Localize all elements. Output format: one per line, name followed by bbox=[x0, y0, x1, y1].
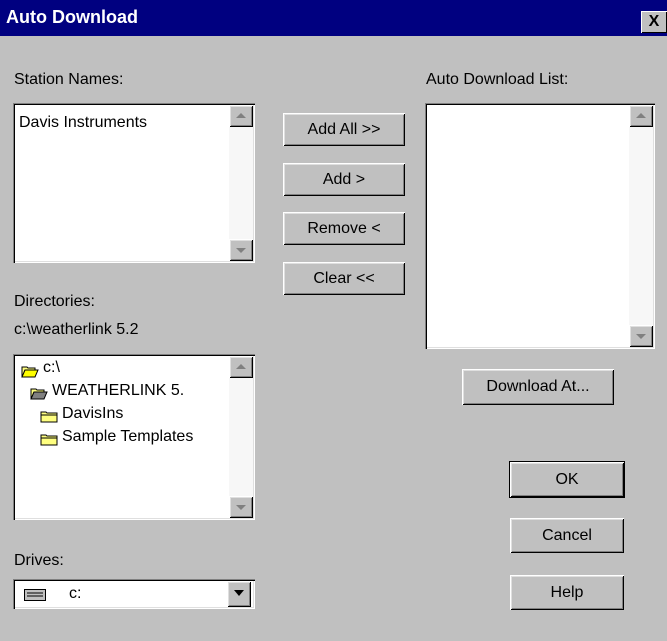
scroll-down-button[interactable] bbox=[229, 496, 253, 518]
scroll-up-button[interactable] bbox=[629, 105, 653, 127]
clear-button[interactable]: Clear << bbox=[283, 262, 405, 295]
help-label: Help bbox=[550, 583, 584, 601]
download-at-button[interactable]: Download At... bbox=[462, 369, 614, 405]
open-folder-icon bbox=[30, 388, 48, 400]
cancel-button[interactable]: Cancel bbox=[510, 518, 624, 553]
arrow-up-icon bbox=[236, 364, 246, 369]
folder-icon bbox=[40, 434, 58, 446]
auto-download-dialog: Auto Download X Station Names: Davis Ins… bbox=[0, 0, 667, 641]
station-names-scrollbar[interactable] bbox=[229, 105, 253, 261]
drives-selected-value: c: bbox=[69, 585, 82, 602]
window-title: Auto Download bbox=[6, 7, 138, 27]
ok-button[interactable]: OK bbox=[509, 461, 625, 498]
auto-download-list[interactable] bbox=[425, 103, 655, 349]
scroll-up-button[interactable] bbox=[229, 105, 253, 127]
directory-item[interactable]: Sample Templates bbox=[62, 428, 193, 446]
directory-item[interactable]: WEATHERLINK 5. bbox=[52, 382, 184, 400]
drives-dropdown-button[interactable] bbox=[227, 581, 251, 607]
add-label: Add > bbox=[322, 170, 366, 188]
title-bar: Auto Download X bbox=[0, 0, 667, 36]
arrow-up-icon bbox=[236, 113, 246, 118]
drive-icon bbox=[24, 589, 46, 601]
scroll-up-button[interactable] bbox=[229, 356, 253, 378]
arrow-down-icon bbox=[236, 248, 246, 253]
add-all-label: Add All >> bbox=[307, 120, 381, 138]
arrow-up-icon bbox=[636, 113, 646, 118]
scroll-down-button[interactable] bbox=[229, 239, 253, 261]
directories-list[interactable]: c:\ WEATHERLINK 5. DavisIns Sample Templ… bbox=[13, 354, 255, 520]
directories-scrollbar[interactable] bbox=[229, 356, 253, 518]
add-all-button[interactable]: Add All >> bbox=[283, 113, 405, 146]
close-icon: X bbox=[648, 13, 660, 30]
open-folder-icon bbox=[21, 366, 39, 378]
add-button[interactable]: Add > bbox=[283, 163, 405, 196]
help-button[interactable]: Help bbox=[510, 575, 624, 610]
station-names-list[interactable]: Davis Instruments bbox=[13, 103, 255, 263]
scroll-down-button[interactable] bbox=[629, 325, 653, 347]
clear-label: Clear << bbox=[313, 269, 375, 287]
station-names-label: Station Names: bbox=[14, 71, 124, 88]
remove-button[interactable]: Remove < bbox=[283, 212, 405, 245]
directories-label: Directories: bbox=[14, 293, 95, 310]
remove-label: Remove < bbox=[307, 219, 381, 237]
chevron-down-icon bbox=[234, 590, 244, 596]
drives-dropdown[interactable]: c: bbox=[13, 579, 255, 609]
auto-download-scrollbar[interactable] bbox=[629, 105, 653, 347]
drives-label: Drives: bbox=[14, 552, 64, 569]
current-directory-path: c:\weatherlink 5.2 bbox=[14, 321, 139, 338]
arrow-down-icon bbox=[636, 334, 646, 339]
close-button[interactable]: X bbox=[641, 11, 667, 33]
list-item[interactable]: Davis Instruments bbox=[19, 114, 147, 132]
folder-icon bbox=[40, 411, 58, 423]
auto-download-list-label: Auto Download List: bbox=[426, 71, 569, 88]
directory-item[interactable]: DavisIns bbox=[62, 405, 123, 423]
download-at-label: Download At... bbox=[486, 378, 590, 395]
ok-label: OK bbox=[555, 470, 579, 488]
arrow-down-icon bbox=[236, 505, 246, 510]
cancel-label: Cancel bbox=[542, 526, 592, 544]
directory-item[interactable]: c:\ bbox=[43, 359, 60, 377]
